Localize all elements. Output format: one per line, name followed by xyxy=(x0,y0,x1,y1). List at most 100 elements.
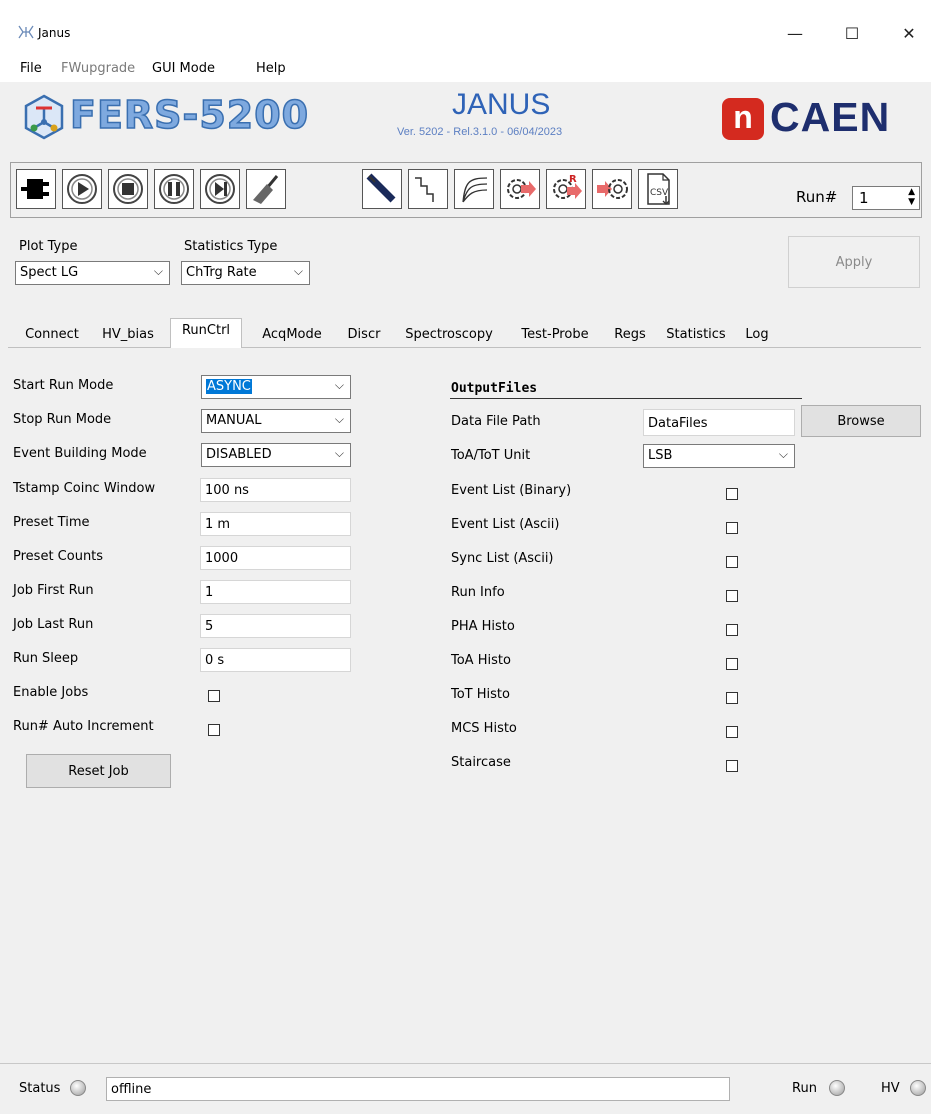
stop-run-mode-select[interactable]: MANUAL ⌵ xyxy=(201,409,351,433)
menu-bar: File FWupgrade GUI Mode Help xyxy=(0,58,931,82)
sync-list-ascii-checkbox[interactable] xyxy=(726,556,738,568)
csv-icon: CSV xyxy=(647,173,670,205)
maximize-button[interactable]: ☐ xyxy=(829,18,875,48)
tab-test-probe[interactable]: Test-Probe xyxy=(508,322,602,346)
job-last-run-input[interactable]: 5 xyxy=(200,614,351,638)
spinner-arrows-icon[interactable]: ▲ ▼ xyxy=(908,187,915,207)
browse-button[interactable]: Browse xyxy=(801,405,921,437)
clear-button[interactable] xyxy=(246,169,286,209)
probe-button[interactable] xyxy=(362,169,402,209)
tab-discr[interactable]: Discr xyxy=(338,322,390,346)
hv-led-icon xyxy=(910,1080,926,1096)
tot-histo-checkbox[interactable] xyxy=(726,692,738,704)
app-name: JANUS xyxy=(452,88,551,121)
play-icon xyxy=(67,174,97,204)
broom-icon xyxy=(253,175,279,204)
staircase-button[interactable] xyxy=(408,169,448,209)
staircase-checkbox[interactable] xyxy=(726,760,738,772)
mcs-histo-checkbox[interactable] xyxy=(726,726,738,738)
event-list-ascii-checkbox[interactable] xyxy=(726,522,738,534)
tab-runctrl[interactable]: RunCtrl xyxy=(170,318,242,348)
pha-histo-checkbox[interactable] xyxy=(726,624,738,636)
start-run-mode-select[interactable]: ASYNC ⌵ xyxy=(201,375,351,399)
statistics-type-label: Statistics Type xyxy=(184,239,278,254)
toa-histo-label: ToA Histo xyxy=(451,653,511,668)
minimize-icon: — xyxy=(787,23,803,43)
tab-spectroscopy[interactable]: Spectroscopy xyxy=(393,322,505,346)
plot-type-select[interactable]: Spect LG ⌵ xyxy=(15,261,170,285)
run-number-spinner[interactable]: 1 ▲ ▼ xyxy=(852,186,920,210)
step-line-icon xyxy=(415,177,434,202)
chevron-down-icon: ⌵ xyxy=(334,412,344,426)
event-list-binary-checkbox[interactable] xyxy=(726,488,738,500)
run-auto-increment-checkbox[interactable] xyxy=(208,724,220,736)
stop-icon xyxy=(113,174,143,204)
start-run-mode-value: ASYNC xyxy=(206,379,252,394)
start-button[interactable] xyxy=(62,169,102,209)
run-sleep-input[interactable]: 0 s xyxy=(200,648,351,672)
tab-log[interactable]: Log xyxy=(738,322,776,346)
maximize-icon: ☐ xyxy=(844,23,860,43)
menu-gui-mode[interactable]: GUI Mode xyxy=(152,61,215,76)
data-file-path-input[interactable]: DataFiles xyxy=(643,409,795,436)
tab-divider xyxy=(8,347,921,348)
toolbar: R CSV xyxy=(10,162,922,218)
toa-histo-checkbox[interactable] xyxy=(726,658,738,670)
run-auto-increment-label: Run# Auto Increment xyxy=(13,719,154,734)
stop-button[interactable] xyxy=(108,169,148,209)
start-run-mode-label: Start Run Mode xyxy=(13,378,114,393)
window-title: Janus xyxy=(38,26,71,40)
menu-help[interactable]: Help xyxy=(256,61,286,76)
connect-button[interactable] xyxy=(16,169,56,209)
enable-jobs-checkbox[interactable] xyxy=(208,690,220,702)
gear-r-letter: R xyxy=(569,174,577,185)
toa-tot-unit-select[interactable]: LSB ⌵ xyxy=(643,444,795,468)
preset-counts-input[interactable]: 1000 xyxy=(200,546,351,570)
menu-file[interactable]: File xyxy=(20,61,42,76)
stop-run-mode-label: Stop Run Mode xyxy=(13,412,112,427)
hv-status-label: HV xyxy=(881,1081,900,1096)
tab-hv-bias[interactable]: HV_bias xyxy=(92,322,164,346)
statistics-type-value: ChTrg Rate xyxy=(186,265,257,280)
data-file-path-label: Data File Path xyxy=(451,414,541,429)
title-bar: Janus — ☐ ✕ xyxy=(0,0,931,58)
config-apply-button[interactable] xyxy=(592,169,632,209)
config-reload-button[interactable]: R xyxy=(546,169,586,209)
config-upload-button[interactable] xyxy=(500,169,540,209)
run-number-value: 1 xyxy=(859,189,869,207)
chevron-down-icon: ⌵ xyxy=(293,264,303,278)
event-building-mode-label: Event Building Mode xyxy=(13,446,147,461)
apply-button[interactable]: Apply xyxy=(788,236,920,288)
product-title: FERS-5200 xyxy=(69,92,310,138)
event-building-mode-select[interactable]: DISABLED ⌵ xyxy=(201,443,351,467)
caen-logo-icon: n xyxy=(722,98,764,140)
run-info-checkbox[interactable] xyxy=(726,590,738,602)
step-button[interactable] xyxy=(200,169,240,209)
statistics-type-select[interactable]: ChTrg Rate ⌵ xyxy=(181,261,310,285)
minimize-button[interactable]: — xyxy=(772,18,818,48)
stop-run-mode-value: MANUAL xyxy=(206,413,262,428)
curves-button[interactable] xyxy=(454,169,494,209)
chevron-down-icon: ⌵ xyxy=(334,446,344,460)
event-list-ascii-label: Event List (Ascii) xyxy=(451,517,560,532)
reset-job-button[interactable]: Reset Job xyxy=(26,754,171,788)
tab-connect[interactable]: Connect xyxy=(16,322,88,346)
tab-acqmode[interactable]: AcqMode xyxy=(249,322,335,346)
event-list-binary-label: Event List (Binary) xyxy=(451,483,572,498)
gear-arrow-right-icon xyxy=(597,179,628,199)
preset-time-input[interactable]: 1 m xyxy=(200,512,351,536)
gear-arrow-icon xyxy=(507,179,536,199)
chevron-down-icon: ⌵ xyxy=(334,378,344,392)
csv-export-button[interactable]: CSV xyxy=(638,169,678,209)
menu-fwupgrade[interactable]: FWupgrade xyxy=(61,61,135,76)
job-first-run-input[interactable]: 1 xyxy=(200,580,351,604)
output-files-header: OutputFiles xyxy=(451,381,538,396)
tab-regs[interactable]: Regs xyxy=(605,322,655,346)
close-button[interactable]: ✕ xyxy=(886,18,931,48)
chevron-down-icon: ⌵ xyxy=(153,264,163,278)
pause-button[interactable] xyxy=(154,169,194,209)
tstamp-coinc-window-input[interactable]: 100 ns xyxy=(200,478,351,502)
plot-type-value: Spect LG xyxy=(20,265,79,280)
tab-statistics[interactable]: Statistics xyxy=(657,322,735,346)
pha-histo-label: PHA Histo xyxy=(451,619,515,634)
